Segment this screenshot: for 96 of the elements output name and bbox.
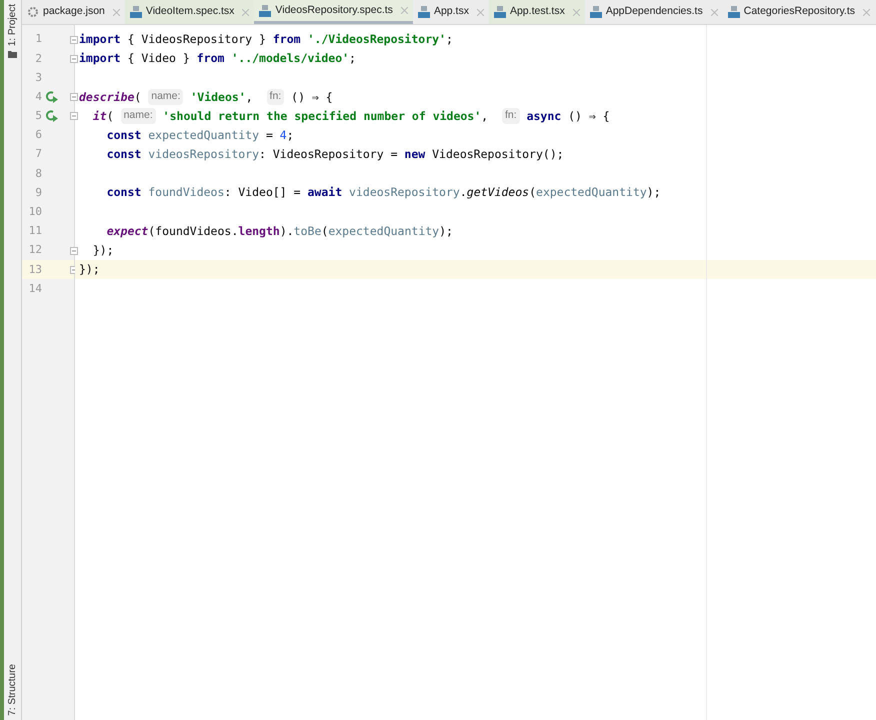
- code-token: =: [264, 126, 274, 144]
- code-token: ;: [349, 50, 356, 68]
- code-token: ).: [280, 222, 294, 240]
- close-icon[interactable]: [476, 8, 484, 16]
- close-icon[interactable]: [242, 8, 250, 16]
- tool-window-button[interactable]: 7: Structure: [5, 664, 20, 716]
- code-token: toBe: [294, 222, 322, 240]
- code-token: ,: [246, 88, 254, 106]
- code-token: expectedQuantity: [328, 222, 440, 240]
- code-token: VideosRepository();: [431, 146, 564, 164]
- code-token: expectedQuantity: [536, 184, 647, 202]
- folder-icon: [8, 50, 17, 58]
- code-token: expect: [106, 222, 148, 240]
- fold-icon[interactable]: [70, 93, 78, 102]
- code-token: videosRepository: [348, 184, 460, 202]
- file-icon: [130, 6, 142, 18]
- close-icon[interactable]: [863, 8, 870, 16]
- code-token: import: [79, 50, 121, 68]
- run-test-icon[interactable]: [46, 110, 58, 122]
- run-test-icon[interactable]: [46, 91, 58, 104]
- code-token: (: [106, 108, 115, 125]
- fold-icon[interactable]: [70, 246, 78, 255]
- code-token: const: [106, 126, 142, 144]
- line-number: 3: [34, 70, 42, 86]
- code-token: async: [526, 108, 562, 125]
- fold-icon[interactable]: [70, 54, 78, 63]
- file-icon: [728, 6, 740, 18]
- code-token: { VideosRepository }: [126, 30, 267, 48]
- code-token: from: [272, 30, 301, 48]
- code-token: { Video }: [126, 50, 191, 68]
- code-token: ,: [481, 108, 490, 125]
- fold-icon[interactable]: [70, 36, 78, 44]
- line-number: 8: [34, 166, 42, 182]
- editor-tab[interactable]: VideoItem.spec.tsx: [124, 0, 254, 24]
- close-icon[interactable]: [572, 8, 580, 16]
- code-token: const: [106, 146, 142, 164]
- code-token: () ⇒ {: [567, 108, 610, 125]
- code-token: 'should return the specified number of videos': [162, 108, 482, 125]
- close-icon[interactable]: [400, 7, 408, 14]
- code-token: : VideosRepository =: [259, 146, 398, 164]
- code-token: ;: [286, 126, 294, 144]
- line-number: 12: [28, 242, 42, 258]
- line-number: 4: [34, 88, 42, 105]
- tool-window-button[interactable]: 1: Project: [5, 4, 20, 46]
- code-token: (: [321, 222, 328, 240]
- code-token: );: [646, 184, 661, 202]
- line-number: 1: [34, 31, 42, 48]
- line-number: 13: [28, 262, 42, 278]
- code-token: .: [460, 184, 467, 202]
- file-icon: [494, 6, 506, 18]
- code-token: import: [79, 30, 121, 48]
- line-number: 14: [28, 280, 42, 297]
- code-token: (: [134, 88, 142, 106]
- code-token: '../models/video': [230, 50, 350, 68]
- code-token: });: [92, 242, 114, 260]
- code-token: it: [92, 108, 107, 125]
- line-number: 9: [34, 184, 42, 201]
- code-token: videosRepository: [147, 146, 260, 164]
- code-token: 'Videos': [189, 88, 246, 106]
- editor-tab[interactable]: VideosRepository.spec.ts: [254, 0, 413, 24]
- code-token: expectedQuantity: [147, 126, 260, 144]
- parameter-hint: name:: [120, 108, 156, 124]
- code-token: getVideos: [466, 184, 530, 202]
- line-number: 11: [28, 223, 42, 240]
- code-token: (foundVideos.: [148, 222, 238, 240]
- code-token: 4: [280, 126, 287, 144]
- code-token: new: [404, 146, 426, 164]
- line-number: 2: [34, 50, 42, 67]
- code-token: foundVideos: [147, 184, 224, 202]
- code-token: length: [238, 222, 280, 240]
- file-icon: [259, 4, 272, 16]
- close-icon[interactable]: [710, 8, 718, 16]
- code-token: });: [79, 261, 100, 278]
- line-number: 10: [28, 204, 42, 220]
- file-icon: [418, 6, 430, 18]
- code-token: const: [106, 184, 142, 202]
- parameter-hint: name:: [148, 89, 184, 106]
- code-token: );: [439, 222, 453, 240]
- editor-tab[interactable]: App.test.tsx: [488, 0, 585, 24]
- code-token: from: [196, 50, 224, 68]
- code-token: await: [308, 184, 342, 202]
- fold-icon[interactable]: [70, 112, 78, 120]
- file-icon: [590, 6, 602, 18]
- code-token: (: [529, 184, 536, 202]
- line-number: 7: [34, 146, 42, 162]
- close-icon[interactable]: [112, 8, 120, 16]
- line-number: 5: [34, 108, 42, 124]
- code-token: ;: [446, 30, 453, 48]
- parameter-hint: fn:: [266, 89, 284, 106]
- code-token: './VideosRepository': [306, 30, 446, 48]
- code-token: describe: [79, 88, 134, 106]
- code-token: () ⇒ {: [290, 88, 333, 106]
- code-token: : Video[] =: [224, 184, 302, 202]
- line-number: 6: [34, 127, 42, 144]
- parameter-hint: fn:: [502, 108, 520, 124]
- gear-icon: [27, 6, 39, 18]
